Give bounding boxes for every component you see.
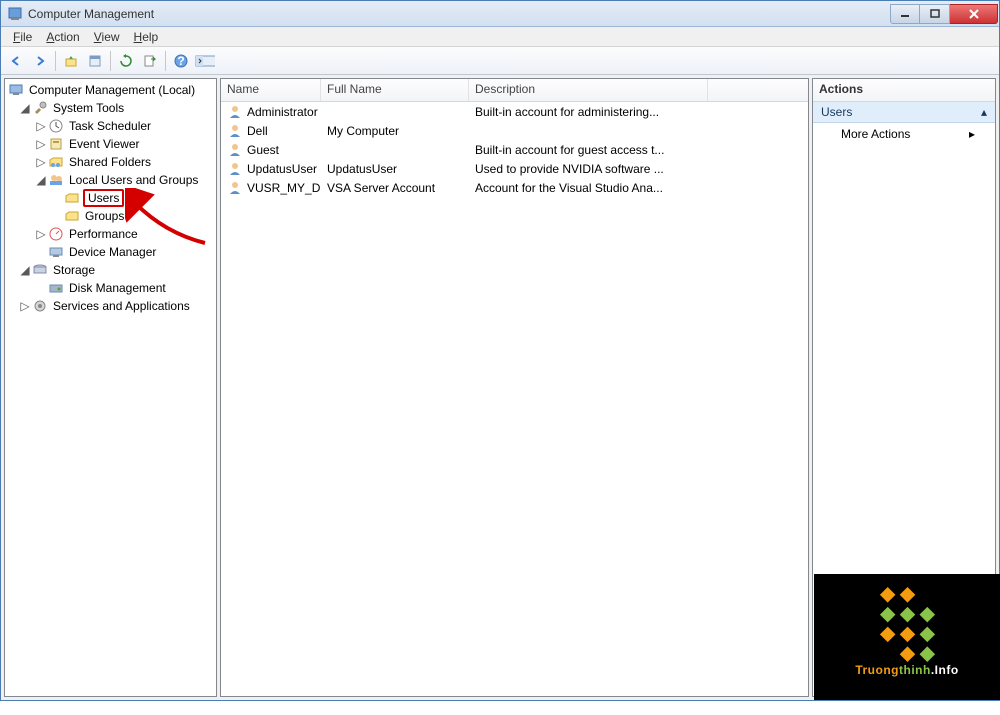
close-button[interactable] [950, 4, 998, 24]
toolbar-separator [110, 51, 111, 71]
col-name[interactable]: Name [221, 79, 321, 101]
tree-system-tools[interactable]: ◢ System Tools [5, 99, 216, 117]
services-icon [32, 298, 48, 314]
tree-disk-management[interactable]: Disk Management [5, 279, 216, 297]
user-row[interactable]: AdministratorBuilt-in account for admini… [221, 102, 808, 121]
user-row[interactable]: VUSR_MY_D...VSA Server AccountAccount fo… [221, 178, 808, 197]
list-panel: Name Full Name Description Administrator… [220, 78, 809, 697]
expand-icon[interactable]: ▷ [35, 138, 47, 150]
folder-icon [64, 190, 80, 206]
tree-device-manager[interactable]: Device Manager [5, 243, 216, 261]
chevron-right-icon: ▸ [969, 127, 975, 141]
toolbar: ? [1, 47, 999, 75]
app-icon [7, 6, 23, 22]
tree-task-scheduler[interactable]: ▷ Task Scheduler [5, 117, 216, 135]
toolbar-separator [55, 51, 56, 71]
storage-icon [32, 262, 48, 278]
show-hide-button[interactable] [194, 50, 216, 72]
user-row[interactable]: DellMy Computer [221, 121, 808, 140]
tree-shared-folders[interactable]: ▷ Shared Folders [5, 153, 216, 171]
collapse-icon[interactable]: ◢ [19, 264, 31, 276]
actions-header: Actions [813, 79, 995, 102]
event-icon [48, 136, 64, 152]
tree-services-apps[interactable]: ▷ Services and Applications [5, 297, 216, 315]
tree-event-viewer[interactable]: ▷ Event Viewer [5, 135, 216, 153]
watermark: Truongthinh.Info [814, 574, 1000, 700]
forward-button[interactable] [29, 50, 51, 72]
tree-panel: Computer Management (Local) ◢ System Too… [4, 78, 217, 697]
tree-local-users-groups[interactable]: ◢ Local Users and Groups [5, 171, 216, 189]
tree-groups[interactable]: Groups [5, 207, 216, 225]
svg-text:?: ? [177, 54, 184, 68]
col-description[interactable]: Description [469, 79, 708, 101]
user-icon [227, 180, 243, 196]
user-row[interactable]: UpdatusUserUpdatusUserUsed to provide NV… [221, 159, 808, 178]
col-spacer[interactable] [708, 79, 808, 101]
window-title: Computer Management [28, 7, 890, 21]
expand-icon[interactable]: ▷ [35, 156, 47, 168]
menubar: File Action View Help [1, 27, 999, 47]
tree-root[interactable]: Computer Management (Local) [5, 81, 216, 99]
navigation-tree[interactable]: Computer Management (Local) ◢ System Too… [5, 79, 216, 317]
menu-help[interactable]: Help [127, 29, 166, 45]
computer-icon [8, 82, 24, 98]
folder-icon [64, 208, 80, 224]
tools-icon [32, 100, 48, 116]
users-label-highlighted: Users [83, 189, 124, 207]
expand-icon[interactable]: ▷ [35, 120, 47, 132]
tree-performance[interactable]: ▷ Performance [5, 225, 216, 243]
expand-icon[interactable]: ▷ [19, 300, 31, 312]
menu-file[interactable]: File [6, 29, 39, 45]
users-groups-icon [48, 172, 64, 188]
menu-action[interactable]: Action [39, 29, 86, 45]
actions-context[interactable]: Users ▴ [813, 102, 995, 123]
help-button[interactable]: ? [170, 50, 192, 72]
list-body[interactable]: AdministratorBuilt-in account for admini… [221, 102, 808, 696]
maximize-button[interactable] [920, 4, 950, 24]
watermark-text: Truongthinh.Info [855, 663, 958, 677]
titlebar[interactable]: Computer Management [1, 1, 999, 27]
collapse-icon[interactable]: ◢ [35, 174, 47, 186]
clock-icon [48, 118, 64, 134]
disk-icon [48, 280, 64, 296]
back-button[interactable] [5, 50, 27, 72]
actions-more[interactable]: More Actions ▸ [813, 123, 995, 145]
device-icon [48, 244, 64, 260]
user-icon [227, 104, 243, 120]
tree-storage[interactable]: ◢ Storage [5, 261, 216, 279]
col-fullname[interactable]: Full Name [321, 79, 469, 101]
menu-view[interactable]: View [87, 29, 127, 45]
user-icon [227, 123, 243, 139]
user-icon [227, 161, 243, 177]
properties-button[interactable] [84, 50, 106, 72]
minimize-button[interactable] [890, 4, 920, 24]
window-controls [890, 4, 998, 24]
user-icon [227, 142, 243, 158]
user-row[interactable]: GuestBuilt-in account for guest access t… [221, 140, 808, 159]
tree-users[interactable]: Users [5, 189, 216, 207]
shared-folder-icon [48, 154, 64, 170]
chevron-up-icon: ▴ [981, 105, 987, 119]
up-button[interactable] [60, 50, 82, 72]
toolbar-separator [165, 51, 166, 71]
performance-icon [48, 226, 64, 242]
list-header: Name Full Name Description [221, 79, 808, 102]
export-button[interactable] [139, 50, 161, 72]
refresh-button[interactable] [115, 50, 137, 72]
collapse-icon[interactable]: ◢ [19, 102, 31, 114]
expand-icon[interactable]: ▷ [35, 228, 47, 240]
